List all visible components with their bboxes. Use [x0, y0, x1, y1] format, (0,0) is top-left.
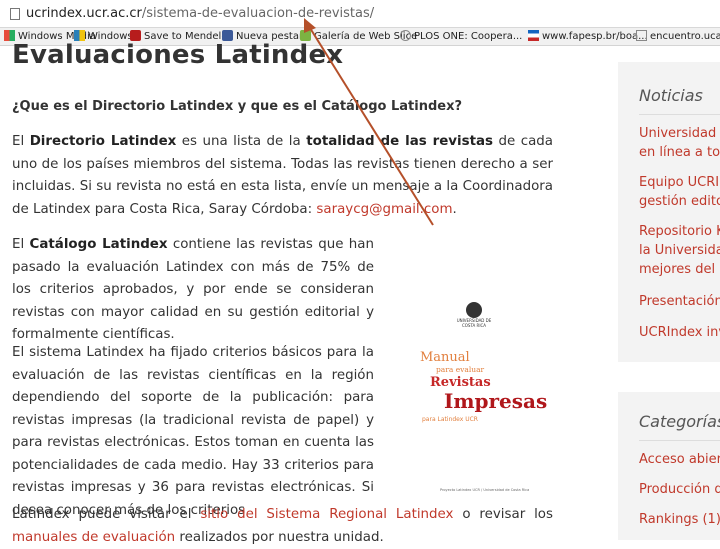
page-title: Evaluaciones Latindex — [12, 40, 344, 70]
page-icon — [636, 30, 647, 41]
news-link[interactable]: Repositorio Ké la Universidad mejores de… — [639, 222, 720, 279]
cover-footer: Proyecto Latindex UCR / Universidad de C… — [440, 488, 530, 492]
paragraph-directorio: El Directorio Latindex es una lista de l… — [12, 134, 553, 217]
address-bar[interactable]: ucrindex.ucr.ac.cr/sistema-de-evaluacion… — [0, 0, 720, 28]
bookmark-item[interactable]: PLOS ONE: Coopera... — [400, 30, 522, 43]
cover-line: para Latindex UCR — [422, 416, 478, 423]
news-link[interactable]: Equipo UCRInd gestión editoria — [639, 173, 720, 211]
paragraph-enlaces: Latindex puede visitar el sitio del Sist… — [12, 507, 553, 545]
university-seal-icon — [466, 302, 482, 318]
manual-cover-image[interactable]: UNIVERSIDAD DE COSTA RICA Manual para ev… — [410, 298, 548, 498]
paragraph-criterios: El sistema Latindex ha fijado criterios … — [12, 345, 374, 518]
news-link[interactable]: Presentación d — [639, 292, 720, 311]
cover-line: Manual — [420, 350, 470, 365]
bookmark-item[interactable]: encuentro.uca.edu... — [636, 30, 720, 43]
widget-title: Categorías — [639, 412, 720, 431]
latindex-site-link[interactable]: sitio del Sistema Regional Latindex — [200, 507, 453, 522]
category-link[interactable]: Producción de — [639, 480, 720, 499]
cover-line: para evaluar — [436, 365, 485, 374]
plos-icon — [400, 30, 411, 41]
page-icon — [10, 8, 20, 20]
news-link[interactable]: UCRIndex invit — [639, 323, 720, 342]
sidebar-noticias: Noticias Universidad de en línea a toda … — [618, 62, 720, 362]
widget-title: Noticias — [639, 86, 703, 105]
email-link[interactable]: saraycg@gmail.com — [316, 202, 452, 217]
divider — [639, 114, 720, 115]
manuales-link[interactable]: manuales de evaluación — [12, 530, 175, 545]
sidebar-categorias: Categorías Acceso abierto Producción de … — [618, 392, 720, 540]
flag-icon — [528, 30, 539, 41]
bookmark-item[interactable]: www.fapesp.br/boa... — [528, 30, 648, 43]
divider — [639, 440, 720, 441]
cover-line: Impresas — [444, 389, 548, 413]
paragraph-catalogo: El Catálogo Latindex contiene las revist… — [12, 237, 374, 342]
section-question: ¿Que es el Directorio Latindex y que es … — [12, 99, 462, 114]
cover-line: Revistas — [430, 375, 491, 390]
cover-university: UNIVERSIDAD DE COSTA RICA — [456, 318, 492, 328]
news-link[interactable]: Universidad de en línea a toda — [639, 124, 720, 162]
category-link[interactable]: Rankings (1) — [639, 510, 720, 529]
category-link[interactable]: Acceso abierto — [639, 450, 720, 469]
url-text[interactable]: ucrindex.ucr.ac.cr/sistema-de-evaluacion… — [26, 6, 374, 21]
